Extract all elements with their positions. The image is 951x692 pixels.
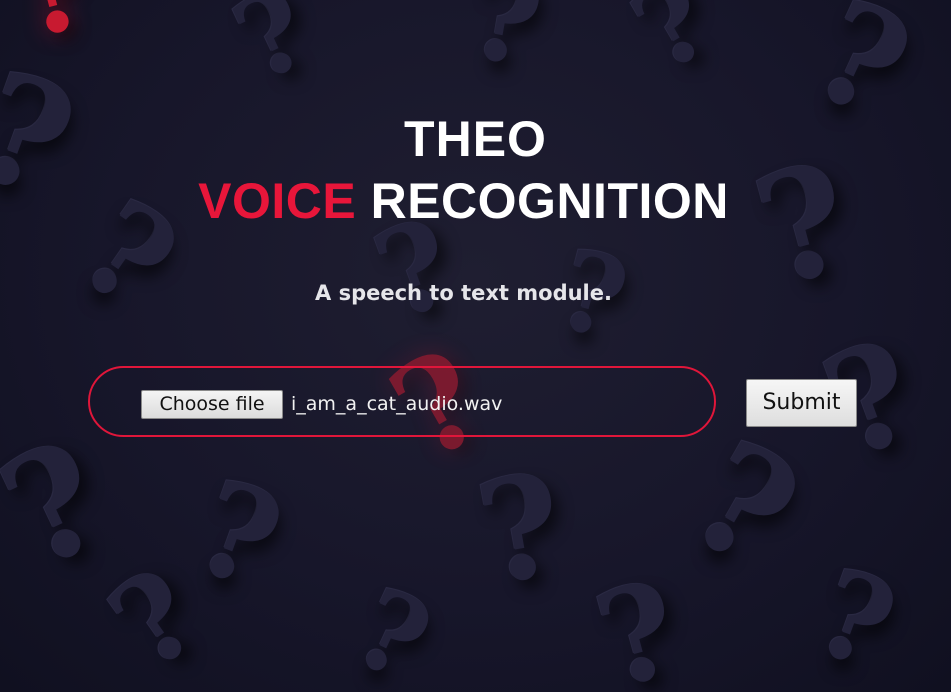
question-mark-decoration: ?	[335, 562, 449, 692]
question-mark-decoration: ?	[581, 550, 695, 692]
question-mark-decoration: ?	[215, 0, 329, 107]
title-rest-words: RECOGNITION	[356, 173, 729, 229]
question-mark-decoration: ?	[466, 442, 576, 618]
question-mark-decoration: ?	[0, 406, 131, 604]
tagline: A speech to text module.	[315, 281, 612, 305]
question-mark-decoration: ?	[611, 0, 733, 97]
question-mark-decoration: ?	[458, 0, 553, 96]
title-accent-word: VOICE	[198, 173, 357, 229]
selected-file-name: i_am_a_cat_audio.wav	[291, 393, 503, 415]
app-subtitle-heading: VOICE RECOGNITION	[0, 172, 927, 230]
question-mark-decoration: ?	[798, 541, 913, 692]
question-mark-decoration: ?	[661, 406, 827, 604]
choose-file-button[interactable]: Choose file	[141, 390, 283, 419]
question-mark-background: ? ? ? ? ? ? ? ? ? ? ? ? ? ? ? ? ? ? ? ?	[0, 0, 951, 692]
app-title: THEO	[404, 111, 547, 167]
question-mark-decoration: ?	[176, 449, 301, 620]
submit-button[interactable]: Submit	[746, 379, 857, 427]
